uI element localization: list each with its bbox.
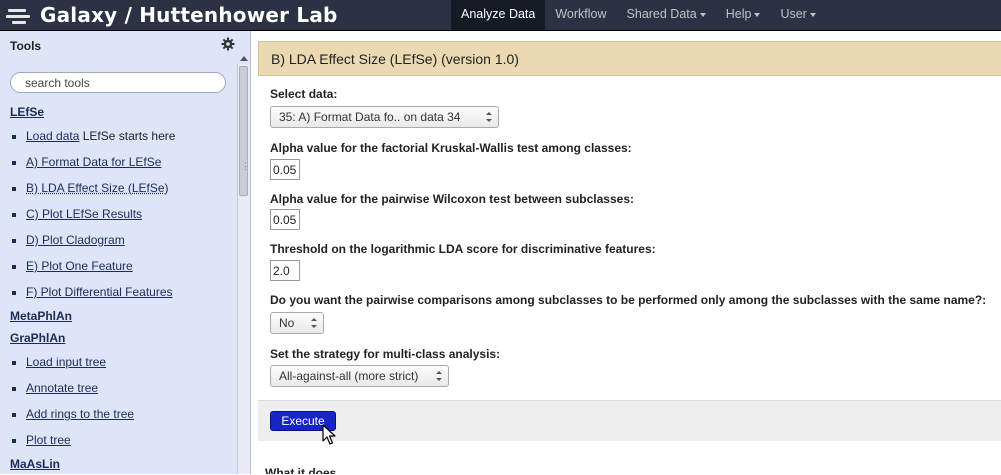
select-data-label: Select data: — [270, 87, 338, 101]
panel-resize-handle-icon[interactable]: ⋮ — [241, 161, 250, 172]
nav-help[interactable]: Help — [716, 0, 771, 30]
alpha-wilcoxon-label: Alpha value for the pairwise Wilcoxon te… — [270, 192, 634, 206]
bullet-icon — [12, 135, 16, 139]
tool-annotate-tree: Annotate tree — [10, 375, 235, 401]
center-panel: B) LDA Effect Size (LEfSe) (version 1.0)… — [252, 31, 1001, 474]
tool-plot-differential-features: F) Plot Differential Features — [10, 279, 235, 305]
search-tools-input[interactable] — [10, 72, 226, 93]
bullet-icon — [12, 413, 16, 417]
masthead: Galaxy / Huttenhower Lab Analyze Data Wo… — [0, 0, 1001, 31]
bullet-icon — [12, 213, 16, 217]
same-name-dropdown[interactable]: No — [270, 312, 324, 334]
tool-plot-lefse-results: C) Plot LEfSe Results — [10, 201, 235, 227]
section-metaphlan[interactable]: MetaPhlAn — [10, 305, 235, 327]
section-maaslin[interactable]: MaAsLin — [10, 453, 235, 475]
tool-add-rings: Add rings to the tree — [10, 401, 235, 427]
nav-analyze-data[interactable]: Analyze Data — [451, 0, 546, 30]
tool-format-data: A) Format Data for LEfSe — [10, 149, 235, 175]
tool-panel-header: Tools — [0, 31, 237, 59]
same-name-value: No — [279, 316, 295, 330]
nav-label: Help — [725, 7, 752, 21]
alpha-wilcoxon-input[interactable] — [270, 209, 300, 230]
tool-link-plot-tree[interactable]: Plot tree — [26, 433, 71, 447]
galaxy-logo-icon — [6, 4, 34, 26]
section-lefse[interactable]: LEfSe — [10, 101, 235, 123]
bullet-icon — [12, 187, 16, 191]
strategy-value: All-against-all (more strict) — [279, 369, 419, 383]
same-name-label: Do you want the pairwise comparisons amo… — [270, 293, 987, 307]
select-arrows-icon — [436, 371, 442, 381]
tool-link-plot-differential-features[interactable]: F) Plot Differential Features — [26, 285, 173, 299]
alpha-kw-input[interactable] — [270, 159, 300, 180]
alpha-kw-label: Alpha value for the factorial Kruskal-Wa… — [270, 141, 632, 155]
bullet-icon — [12, 239, 16, 243]
brand[interactable]: Galaxy / Huttenhower Lab — [6, 0, 338, 30]
brand-title: Galaxy / Huttenhower Lab — [40, 3, 338, 27]
lda-threshold-input[interactable] — [270, 260, 300, 281]
select-arrows-icon — [311, 318, 317, 328]
bullet-icon — [12, 439, 16, 443]
scrollbar-thumb[interactable] — [239, 66, 248, 196]
select-data-value: 35: A) Format Data fo.. on data 34 — [279, 110, 461, 124]
tool-link-plot-one-feature[interactable]: E) Plot One Feature — [26, 259, 133, 273]
nav-user[interactable]: User — [770, 0, 825, 30]
tool-link-plot-cladogram[interactable]: D) Plot Cladogram — [26, 233, 125, 247]
tool-plot-cladogram: D) Plot Cladogram — [10, 227, 235, 253]
strategy-label: Set the strategy for multi-class analysi… — [270, 347, 501, 361]
nav-label: Workflow — [555, 7, 607, 21]
tool-link-plot-lefse-results[interactable]: C) Plot LEfSe Results — [26, 207, 142, 221]
tool-link-load-input-tree[interactable]: Load input tree — [26, 355, 106, 369]
select-arrows-icon — [486, 112, 492, 122]
tool-plot-one-feature: E) Plot One Feature — [10, 253, 235, 279]
tool-note: LEfSe starts here — [79, 129, 176, 143]
tool-link-format-data[interactable]: A) Format Data for LEfSe — [26, 155, 161, 169]
bullet-icon — [12, 387, 16, 391]
caret-down-icon — [754, 12, 761, 17]
tool-list: LEfSe Load data LEfSe starts here A) For… — [10, 101, 235, 475]
tool-load-input-tree: Load input tree — [10, 349, 235, 375]
tool-link-add-rings[interactable]: Add rings to the tree — [26, 407, 134, 421]
tool-link-annotate-tree[interactable]: Annotate tree — [26, 381, 98, 395]
nav-workflow[interactable]: Workflow — [545, 0, 616, 30]
bullet-icon — [12, 161, 16, 165]
tool-panel-scrollbar[interactable] — [237, 56, 250, 474]
tool-link-lda-effect-size[interactable]: B) LDA Effect Size (LEfSe) — [26, 181, 169, 195]
help-heading: What it does — [265, 466, 337, 474]
tool-link-load-data[interactable]: Load data — [26, 129, 79, 143]
bullet-icon — [12, 265, 16, 269]
nav-shared-data[interactable]: Shared Data — [617, 0, 716, 30]
tool-panel: Tools LEfSe Load data LEfSe starts here … — [0, 31, 251, 474]
top-nav: Analyze Data Workflow Shared Data Help U… — [451, 0, 826, 30]
select-data-dropdown[interactable]: 35: A) Format Data fo.. on data 34 — [270, 106, 499, 128]
tool-panel-title: Tools — [10, 39, 42, 53]
mouse-cursor-icon — [322, 424, 336, 445]
scroll-up-arrow-icon[interactable] — [240, 56, 248, 61]
nav-label: User — [780, 7, 807, 21]
caret-down-icon — [699, 12, 706, 17]
tool-load-data: Load data LEfSe starts here — [10, 123, 235, 149]
strategy-dropdown[interactable]: All-against-all (more strict) — [270, 365, 449, 387]
tool-lda-effect-size: B) LDA Effect Size (LEfSe) — [10, 175, 235, 201]
tool-plot-tree: Plot tree — [10, 427, 235, 453]
gear-icon[interactable] — [221, 37, 235, 51]
caret-down-icon — [809, 12, 816, 17]
nav-label: Analyze Data — [461, 7, 536, 21]
lda-threshold-label: Threshold on the logarithmic LDA score f… — [270, 242, 656, 256]
tool-form-header: B) LDA Effect Size (LEfSe) (version 1.0) — [258, 41, 1001, 76]
execute-bar: Execute — [258, 400, 1001, 441]
bullet-icon — [12, 291, 16, 295]
nav-label: Shared Data — [626, 7, 697, 21]
section-graphlan[interactable]: GraPhlAn — [10, 327, 235, 349]
tool-form-title: B) LDA Effect Size (LEfSe) (version 1.0) — [271, 51, 519, 67]
bullet-icon — [12, 361, 16, 365]
